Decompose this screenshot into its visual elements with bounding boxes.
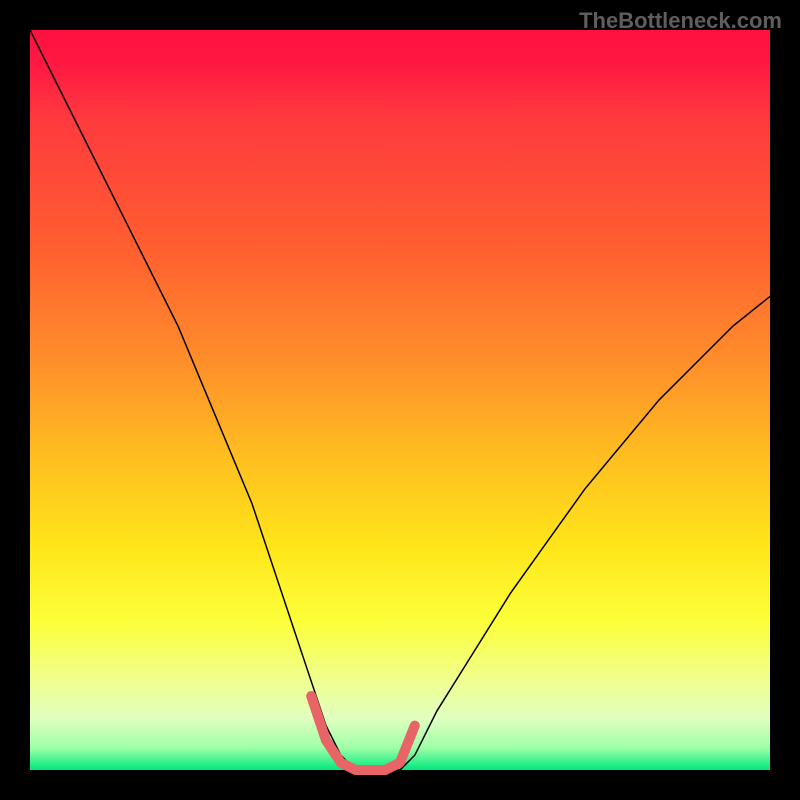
valley-highlight (311, 696, 415, 770)
main-curve (30, 30, 770, 770)
watermark-text: TheBottleneck.com (579, 8, 782, 34)
plot-area (30, 30, 770, 770)
chart-svg (30, 30, 770, 770)
